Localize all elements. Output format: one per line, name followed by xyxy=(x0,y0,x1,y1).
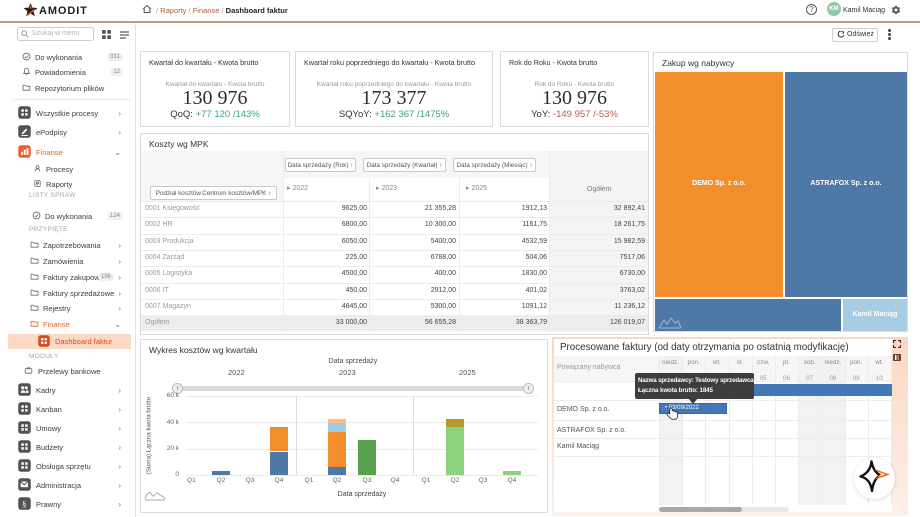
svg-text:§: § xyxy=(22,499,26,509)
